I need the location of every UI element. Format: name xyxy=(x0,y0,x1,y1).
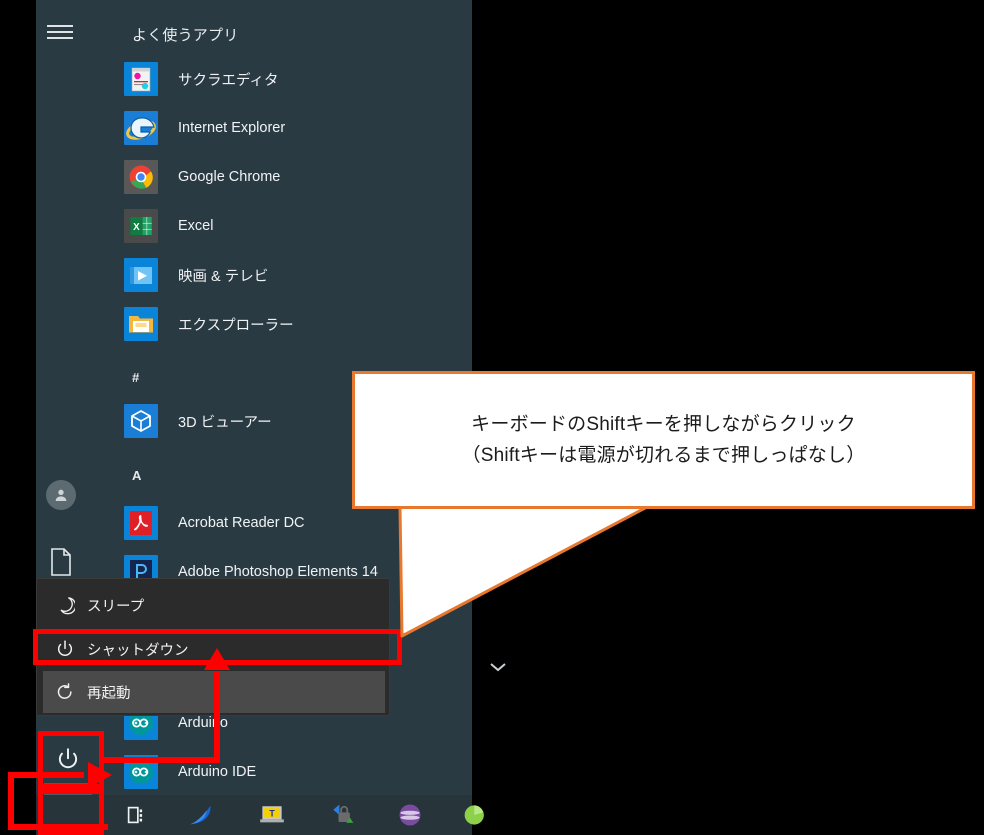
tera-term-icon[interactable]: T xyxy=(256,799,288,831)
annotation-left-path-vertical xyxy=(8,772,14,830)
callout-tail xyxy=(398,505,649,638)
hamburger-icon-line xyxy=(47,31,73,33)
moon-icon xyxy=(43,595,87,615)
hamburger-menu-button[interactable] xyxy=(36,8,84,56)
app-list-item-internet-explorer[interactable]: Internet Explorer xyxy=(124,105,464,151)
app-label: 3D ビューアー xyxy=(178,414,272,431)
svg-text:X: X xyxy=(133,222,140,233)
winscp-icon[interactable] xyxy=(326,799,358,831)
app-list-item-sakura-editor[interactable]: サクラエディタ xyxy=(124,56,464,102)
documents-icon[interactable] xyxy=(50,548,72,576)
hamburger-icon-line xyxy=(47,25,73,27)
annotation-connector-vertical xyxy=(214,672,220,762)
excel-icon: X xyxy=(124,209,158,243)
avatar-glyph xyxy=(55,489,67,501)
google-chrome-icon xyxy=(124,160,158,194)
annotation-connector-horizontal xyxy=(100,757,220,763)
annotation-left-path-bottom xyxy=(8,824,108,830)
app-label: Excel xyxy=(178,218,214,234)
app-label: Arduino xyxy=(178,715,228,731)
screenshot-root: よく使うアプリ サクラエディタ Internet Explorer Google… xyxy=(0,0,984,835)
app-group-heading-hash: # xyxy=(132,370,140,385)
app-label: 映画 & テレビ xyxy=(178,268,269,285)
3d-viewer-icon xyxy=(124,404,158,438)
restart-icon xyxy=(43,682,87,702)
app-list-item-arduino-ide[interactable]: Arduino IDE xyxy=(124,749,464,795)
sakura-editor-icon xyxy=(124,62,158,96)
power-menu-item-sleep[interactable]: スリープ xyxy=(43,584,385,626)
app-list-item-google-chrome[interactable]: Google Chrome xyxy=(124,154,464,200)
movies-tv-icon xyxy=(124,258,158,292)
power-menu-label: スリープ xyxy=(87,598,145,615)
acrobat-reader-icon xyxy=(124,506,158,540)
app-label: Acrobat Reader DC xyxy=(178,515,305,531)
svg-text:T: T xyxy=(269,808,275,818)
app-list-item-file-explorer[interactable]: エクスプローラー xyxy=(124,301,464,347)
frequent-apps-header: よく使うアプリ xyxy=(132,27,239,44)
app-group-heading-a: A xyxy=(132,468,142,483)
annotation-arrowhead-up xyxy=(204,648,230,670)
app-label: Arduino IDE xyxy=(178,764,257,780)
internet-explorer-icon xyxy=(124,111,158,145)
app-list-item-movies-tv[interactable]: 映画 & テレビ xyxy=(124,252,464,298)
app-label: エクスプローラー xyxy=(178,317,294,334)
app-label: サクラエディタ xyxy=(178,72,279,89)
annotation-left-path-top xyxy=(8,772,84,778)
app-label: Google Chrome xyxy=(178,169,281,185)
green-app-icon[interactable] xyxy=(460,799,492,831)
file-explorer-icon xyxy=(124,307,158,341)
power-menu-label: 再起動 xyxy=(87,685,131,702)
callout-text: キーボードのShiftキーを押しながらクリック （Shiftキーは電源が切れるま… xyxy=(461,413,866,466)
task-view-icon[interactable] xyxy=(120,799,152,831)
user-account-icon[interactable] xyxy=(46,480,76,510)
callout-box: キーボードのShiftキーを押しながらクリック （Shiftキーは電源が切れるま… xyxy=(352,371,975,509)
chevron-down-icon[interactable] xyxy=(488,660,508,674)
app-label: Internet Explorer xyxy=(178,120,286,136)
wireshark-icon[interactable] xyxy=(186,799,218,831)
hamburger-icon-line xyxy=(47,37,73,39)
annotation-arrowhead-right xyxy=(88,762,112,788)
eclipse-icon[interactable] xyxy=(394,799,426,831)
app-list-item-excel[interactable]: X Excel xyxy=(124,203,464,249)
